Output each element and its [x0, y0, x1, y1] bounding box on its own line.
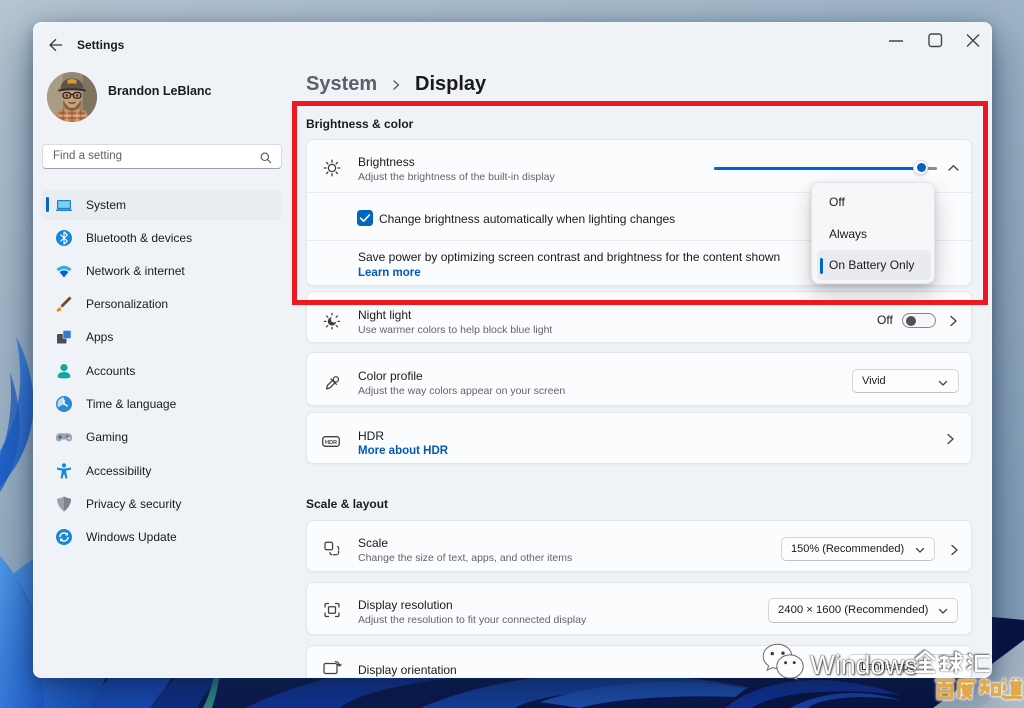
svg-text:HDR: HDR: [325, 440, 337, 446]
